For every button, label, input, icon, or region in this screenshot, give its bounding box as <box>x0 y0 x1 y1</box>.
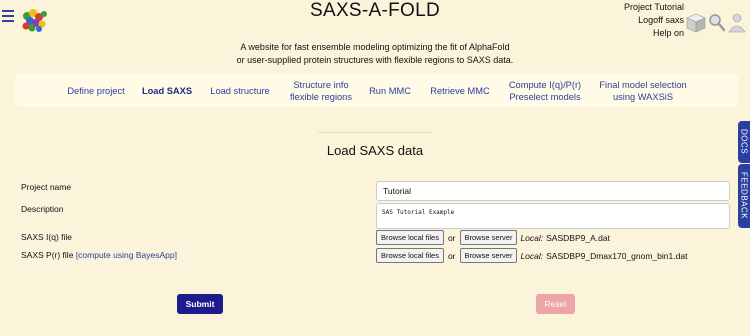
section-title: Load SAXS data <box>326 143 424 158</box>
top-icon-group <box>686 13 746 33</box>
logoff-link[interactable]: Logoff saxs <box>624 14 684 27</box>
nav-run-mmc[interactable]: Run MMC <box>365 74 415 107</box>
iq-file-row: Browse local files or Browse server Loca… <box>376 230 610 245</box>
pr-local-filename: SASDBP9_Dmax170_gnom_bin1.dat <box>546 250 688 261</box>
nav-define-project[interactable]: Define project <box>61 74 131 107</box>
nav-load-saxs[interactable]: Load SAXS <box>136 74 198 107</box>
search-icon[interactable] <box>709 14 726 32</box>
project-status: Project Tutorial <box>623 2 684 12</box>
description-label: Description <box>21 204 64 214</box>
nav-structure-info[interactable]: Structure info flexible regions <box>283 74 359 107</box>
nav-retrieve-mmc[interactable]: Retrieve MMC <box>426 74 494 107</box>
project-name-input[interactable]: Tutorial <box>376 181 730 201</box>
docs-tab[interactable]: DOCS <box>738 121 750 163</box>
user-icon[interactable] <box>728 13 746 33</box>
nav-load-structure[interactable]: Load structure <box>204 74 276 107</box>
nav-compute-iq-pr[interactable]: Compute I(q)/P(r) Preselect models <box>503 74 587 107</box>
pr-browse-local-button[interactable]: Browse local files <box>376 248 444 263</box>
pr-or-text: or <box>447 250 456 261</box>
site-subtitle: A website for fast ensemble modeling opt… <box>236 42 514 65</box>
main-nav: Define project Load SAXS Load structure … <box>15 74 738 107</box>
iq-browse-server-button[interactable]: Browse server <box>459 230 518 245</box>
pr-file-label: SAXS P(r) file [compute using BayesApp] <box>21 250 177 260</box>
reset-button[interactable]: Reset <box>536 294 575 314</box>
pr-browse-server-button[interactable]: Browse server <box>459 248 518 263</box>
description-textarea[interactable]: SAS Tutorial Example <box>376 203 730 229</box>
iq-or-text: or <box>447 232 456 243</box>
feedback-tab[interactable]: FEEDBACK <box>738 164 750 228</box>
section-divider <box>318 132 432 133</box>
iq-file-label: SAXS I(q) file <box>21 232 73 242</box>
pr-file-row: Browse local files or Browse server Loca… <box>376 248 687 263</box>
cube-icon[interactable] <box>686 13 706 33</box>
bayesapp-link[interactable]: [compute using BayesApp] <box>76 250 177 260</box>
user-info: Project Tutorial Logoff saxs Help on <box>624 1 684 40</box>
help-toggle[interactable]: Help on <box>624 27 684 40</box>
pr-local-label: Local: <box>520 250 544 261</box>
project-name-label: Project name <box>21 182 72 192</box>
iq-local-label: Local: <box>520 232 544 243</box>
iq-browse-local-button[interactable]: Browse local files <box>376 230 444 245</box>
submit-button[interactable]: Submit <box>177 294 223 314</box>
iq-local-filename: SASDBP9_A.dat <box>546 232 610 243</box>
nav-final-model[interactable]: Final model selection using WAXSiS <box>595 74 691 107</box>
